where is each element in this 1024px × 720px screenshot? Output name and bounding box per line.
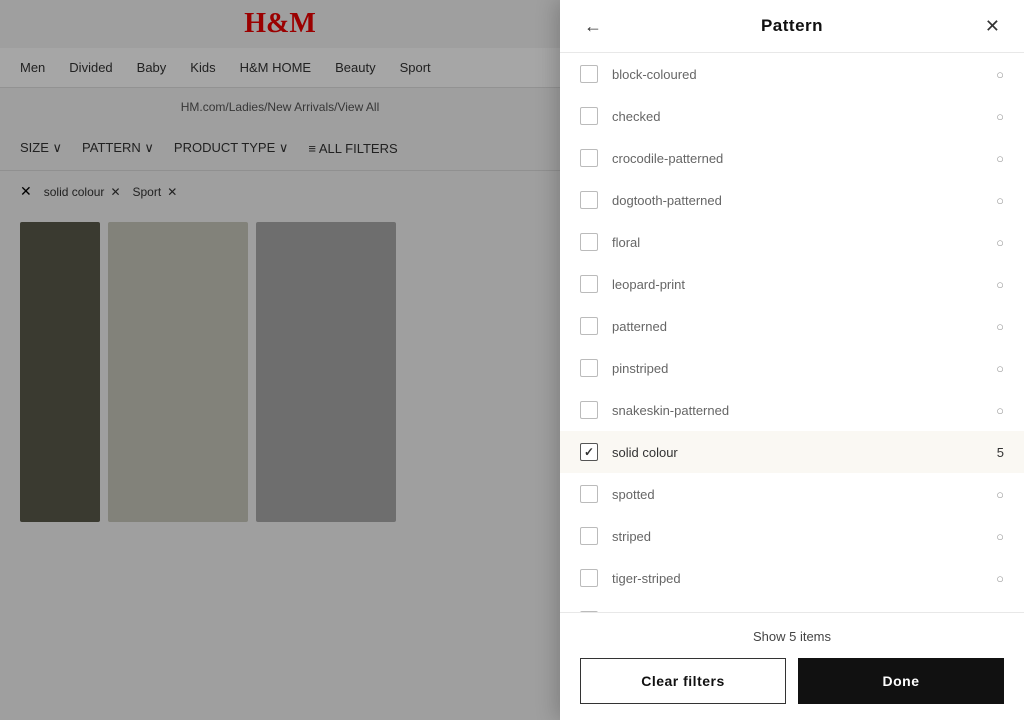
filter-label: floral: [612, 235, 996, 250]
size-filter: SIZE ∨: [20, 140, 62, 156]
checkmark-icon: ✓: [584, 445, 594, 459]
footer-buttons: Clear filters Done: [580, 658, 1004, 704]
show-items-label: Show 5 items: [580, 629, 1004, 644]
clear-filters-button[interactable]: Clear filters: [580, 658, 786, 704]
all-filters: ≡ ALL FILTERS: [308, 141, 397, 156]
panel-header: ← Pattern ✕: [560, 0, 1024, 53]
nav-beauty: Beauty: [335, 60, 375, 75]
nav-baby: Baby: [137, 60, 167, 75]
filter-label: dogtooth-patterned: [612, 193, 996, 208]
checkbox-tiger[interactable]: [580, 569, 598, 587]
filter-label: crocodile-patterned: [612, 151, 996, 166]
filter-label: spotted: [612, 487, 996, 502]
product-type-filter: PRODUCT TYPE ∨: [174, 140, 289, 156]
filter-count: ○: [996, 487, 1004, 502]
close-button[interactable]: ✕: [977, 12, 1008, 41]
filter-count: ○: [996, 361, 1004, 376]
panel-title: Pattern: [761, 16, 823, 36]
checkbox-block-coloured[interactable]: [580, 65, 598, 83]
checkbox-snakeskin[interactable]: [580, 401, 598, 419]
checkbox-striped[interactable]: [580, 527, 598, 545]
remove-solid: ✕: [110, 185, 120, 199]
list-item[interactable]: pinstriped ○: [560, 347, 1024, 389]
solid-colour-tag: solid colour ✕: [44, 185, 121, 199]
product-images: [0, 212, 560, 532]
background-page: H&M Men Divided Baby Kids H&M HOME Beaut…: [0, 0, 560, 720]
checkbox-crocodile[interactable]: [580, 149, 598, 167]
list-item[interactable]: leopard-print ○: [560, 263, 1024, 305]
checkbox-checked[interactable]: [580, 107, 598, 125]
nav-divided: Divided: [69, 60, 112, 75]
filter-label: solid colour: [612, 445, 997, 460]
pattern-list: block-coloured ○ checked ○ crocodile-pat…: [560, 53, 1024, 612]
close-icon-1: ✕: [20, 183, 32, 200]
filter-label: tiger-striped: [612, 571, 996, 586]
product-image-3: [256, 222, 396, 522]
list-item[interactable]: dogtooth-patterned ○: [560, 179, 1024, 221]
filter-label: patterned: [612, 319, 996, 334]
filter-label: striped: [612, 529, 996, 544]
filter-bar: SIZE ∨ PATTERN ∨ PRODUCT TYPE ∨ ≡ ALL FI…: [0, 126, 560, 171]
filter-label: pinstriped: [612, 361, 996, 376]
checkbox-pinstriped[interactable]: [580, 359, 598, 377]
list-item[interactable]: tiger-striped ○: [560, 557, 1024, 599]
list-item[interactable]: striped ○: [560, 515, 1024, 557]
list-item[interactable]: tortoiseshell-patterned ○: [560, 599, 1024, 612]
nav-hm-home: H&M HOME: [240, 60, 312, 75]
list-item[interactable]: crocodile-patterned ○: [560, 137, 1024, 179]
filter-label: block-coloured: [612, 67, 996, 82]
filter-label: snakeskin-patterned: [612, 403, 996, 418]
done-button[interactable]: Done: [798, 658, 1004, 704]
list-item[interactable]: spotted ○: [560, 473, 1024, 515]
checkbox-solid-colour[interactable]: ✓: [580, 443, 598, 461]
nav-bar: Men Divided Baby Kids H&M HOME Beauty Sp…: [0, 48, 560, 88]
filter-label: leopard-print: [612, 277, 996, 292]
breadcrumb: HM.com/Ladies/New Arrivals/View All: [0, 88, 560, 126]
hm-logo: H&M: [0, 0, 560, 48]
panel-footer: Show 5 items Clear filters Done: [560, 612, 1024, 720]
filter-label: checked: [612, 109, 996, 124]
filter-count: ○: [996, 403, 1004, 418]
list-item[interactable]: patterned ○: [560, 305, 1024, 347]
nav-kids: Kids: [190, 60, 215, 75]
pattern-filter: PATTERN ∨: [82, 140, 154, 156]
checkbox-patterned[interactable]: [580, 317, 598, 335]
filter-count: ○: [996, 571, 1004, 586]
filter-count: 5: [997, 445, 1004, 460]
filter-count: ○: [996, 151, 1004, 166]
filter-count: ○: [996, 319, 1004, 334]
back-button[interactable]: ←: [576, 12, 610, 41]
checkbox-dogtooth[interactable]: [580, 191, 598, 209]
active-filters: ✕ solid colour ✕ Sport ✕: [0, 171, 560, 212]
product-image-1: [20, 222, 100, 522]
filter-count: ○: [996, 193, 1004, 208]
list-item[interactable]: snakeskin-patterned ○: [560, 389, 1024, 431]
checkbox-spotted[interactable]: [580, 485, 598, 503]
list-item[interactable]: block-coloured ○: [560, 53, 1024, 95]
filter-count: ○: [996, 67, 1004, 82]
nav-men: Men: [20, 60, 45, 75]
filter-count: ○: [996, 277, 1004, 292]
filter-count: ○: [996, 109, 1004, 124]
sport-tag: Sport ✕: [133, 185, 178, 199]
nav-sport: Sport: [400, 60, 431, 75]
checkbox-floral[interactable]: [580, 233, 598, 251]
list-item[interactable]: floral ○: [560, 221, 1024, 263]
pattern-filter-panel: ← Pattern ✕ block-coloured ○ checked ○ c…: [560, 0, 1024, 720]
checkbox-leopard[interactable]: [580, 275, 598, 293]
product-image-2: [108, 222, 248, 522]
list-item-selected[interactable]: ✓ solid colour 5: [560, 431, 1024, 473]
filter-count: ○: [996, 529, 1004, 544]
filter-count: ○: [996, 235, 1004, 250]
remove-sport: ✕: [167, 185, 177, 199]
list-item[interactable]: checked ○: [560, 95, 1024, 137]
